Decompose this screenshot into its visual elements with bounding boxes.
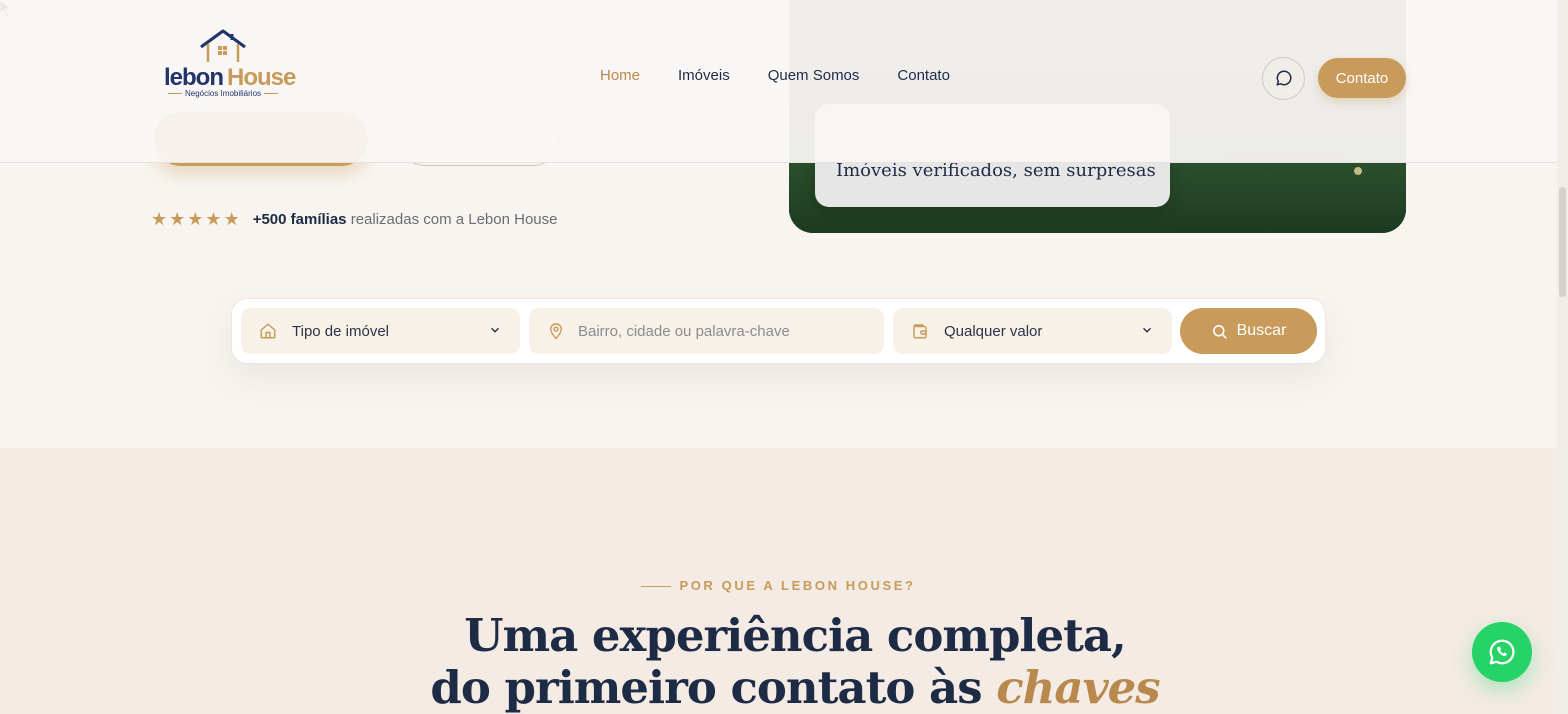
logo-wordmark: lebon House — [164, 64, 296, 91]
logo-tagline: Negócios Imobiliários — [164, 89, 282, 98]
chevron-down-icon — [1143, 327, 1151, 333]
search-button-label: Buscar — [1236, 322, 1287, 339]
chevron-down-icon — [491, 327, 499, 333]
property-type-select[interactable]: Tipo de imóvel — [241, 308, 520, 354]
rating-text: +500 famílias realizadas com a Lebon Hou… — [252, 210, 558, 228]
search-button[interactable]: Buscar — [1180, 308, 1317, 354]
page-scrollbar[interactable] — [1557, 0, 1568, 714]
wallet-icon — [910, 321, 930, 341]
header-contact-button[interactable]: Contato — [1318, 58, 1406, 98]
price-range-value: Qualquer valor — [944, 322, 1043, 340]
whatsapp-icon — [1489, 639, 1515, 665]
star-icon: ★ — [169, 209, 186, 229]
star-icon: ★ — [223, 209, 240, 229]
section-eyebrow: POR QUE A LEBON HOUSE? — [0, 578, 1557, 593]
why-lebon-section: POR QUE A LEBON HOUSE? Uma experiência c… — [0, 448, 1557, 714]
nav-quem-somos[interactable]: Quem Somos — [768, 67, 860, 84]
rating-row: ★ ★ ★ ★ ★ +500 famílias realizadas com a… — [151, 210, 558, 228]
section-headline: Uma experiência completa, do primeiro co… — [430, 609, 1160, 714]
verified-text: Imóveis verificados, sem surpresas — [836, 160, 1156, 181]
star-icon: ★ — [187, 209, 204, 229]
map-pin-icon — [546, 321, 566, 341]
chat-button[interactable] — [1262, 57, 1305, 100]
home-icon — [258, 321, 278, 341]
whatsapp-button[interactable] — [1472, 622, 1532, 682]
nav-contato[interactable]: Contato — [897, 67, 950, 84]
chat-bubble-icon — [1276, 70, 1292, 86]
property-type-value: Tipo de imóvel — [292, 322, 389, 340]
house-logo-icon — [200, 29, 246, 62]
search-icon — [1212, 324, 1227, 339]
rating-stars: ★ ★ ★ ★ ★ — [151, 210, 240, 228]
nav-home[interactable]: Home — [600, 67, 640, 84]
scrollbar-thumb[interactable] — [1559, 187, 1566, 297]
logo[interactable]: lebon House Negócios Imobiliários — [164, 28, 296, 102]
site-header: lebon House Negócios Imobiliários Home Im… — [0, 0, 1557, 163]
nav-imoveis[interactable]: Imóveis — [678, 67, 730, 84]
location-field[interactable] — [529, 308, 884, 354]
property-search-bar: Tipo de imóvel Qualquer valor Buscar — [231, 298, 1326, 364]
location-search-input[interactable] — [578, 322, 868, 340]
star-icon: ★ — [205, 209, 222, 229]
price-range-select[interactable]: Qualquer valor — [893, 308, 1172, 354]
star-icon: ★ — [151, 209, 168, 229]
main-nav: Home Imóveis Quem Somos Contato — [600, 67, 950, 84]
